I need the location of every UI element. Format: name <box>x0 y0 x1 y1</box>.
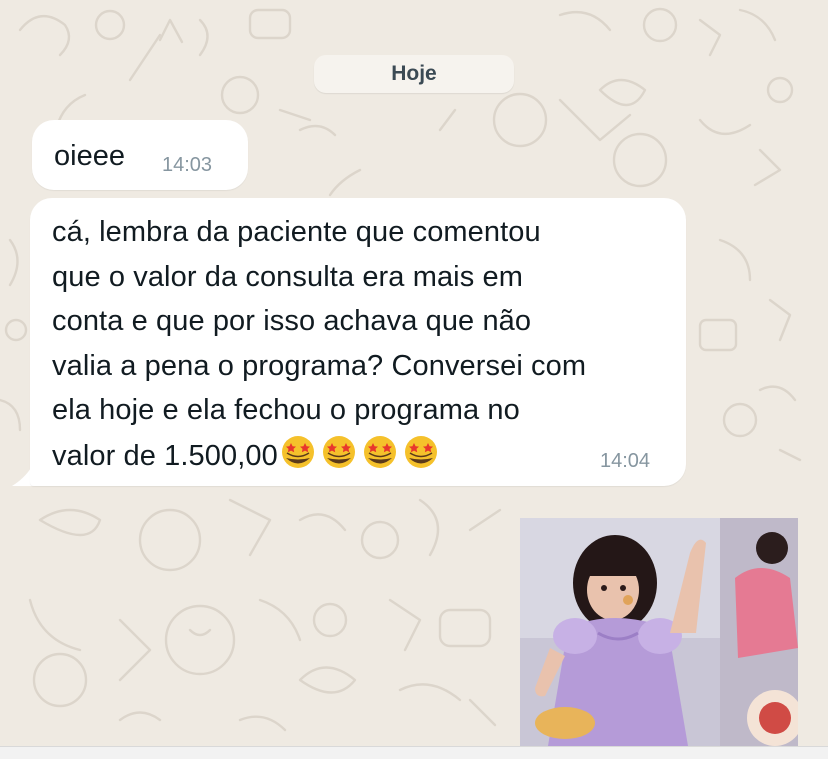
message-bubble[interactable]: oieee 14:03 <box>32 120 248 190</box>
message-timestamp: 14:04 <box>600 450 651 472</box>
star-struck-emoji-icon <box>363 435 396 468</box>
message-text: cá, lembra da paciente que comentou que … <box>52 210 677 484</box>
photo-thumbnail-icon <box>520 518 798 746</box>
star-struck-emoji-icon <box>322 435 355 468</box>
message-timestamp: 14:03 <box>162 154 213 176</box>
message-bubble[interactable]: cá, lembra da paciente que comentou que … <box>30 198 686 486</box>
star-struck-emoji-icon <box>281 435 314 468</box>
bottom-bar <box>0 746 828 759</box>
emoji-group <box>279 433 443 485</box>
message-text: oieee <box>54 140 125 172</box>
star-struck-emoji-icon <box>404 435 437 468</box>
media-message-image[interactable] <box>520 518 798 746</box>
date-separator: Hoje <box>314 55 514 93</box>
